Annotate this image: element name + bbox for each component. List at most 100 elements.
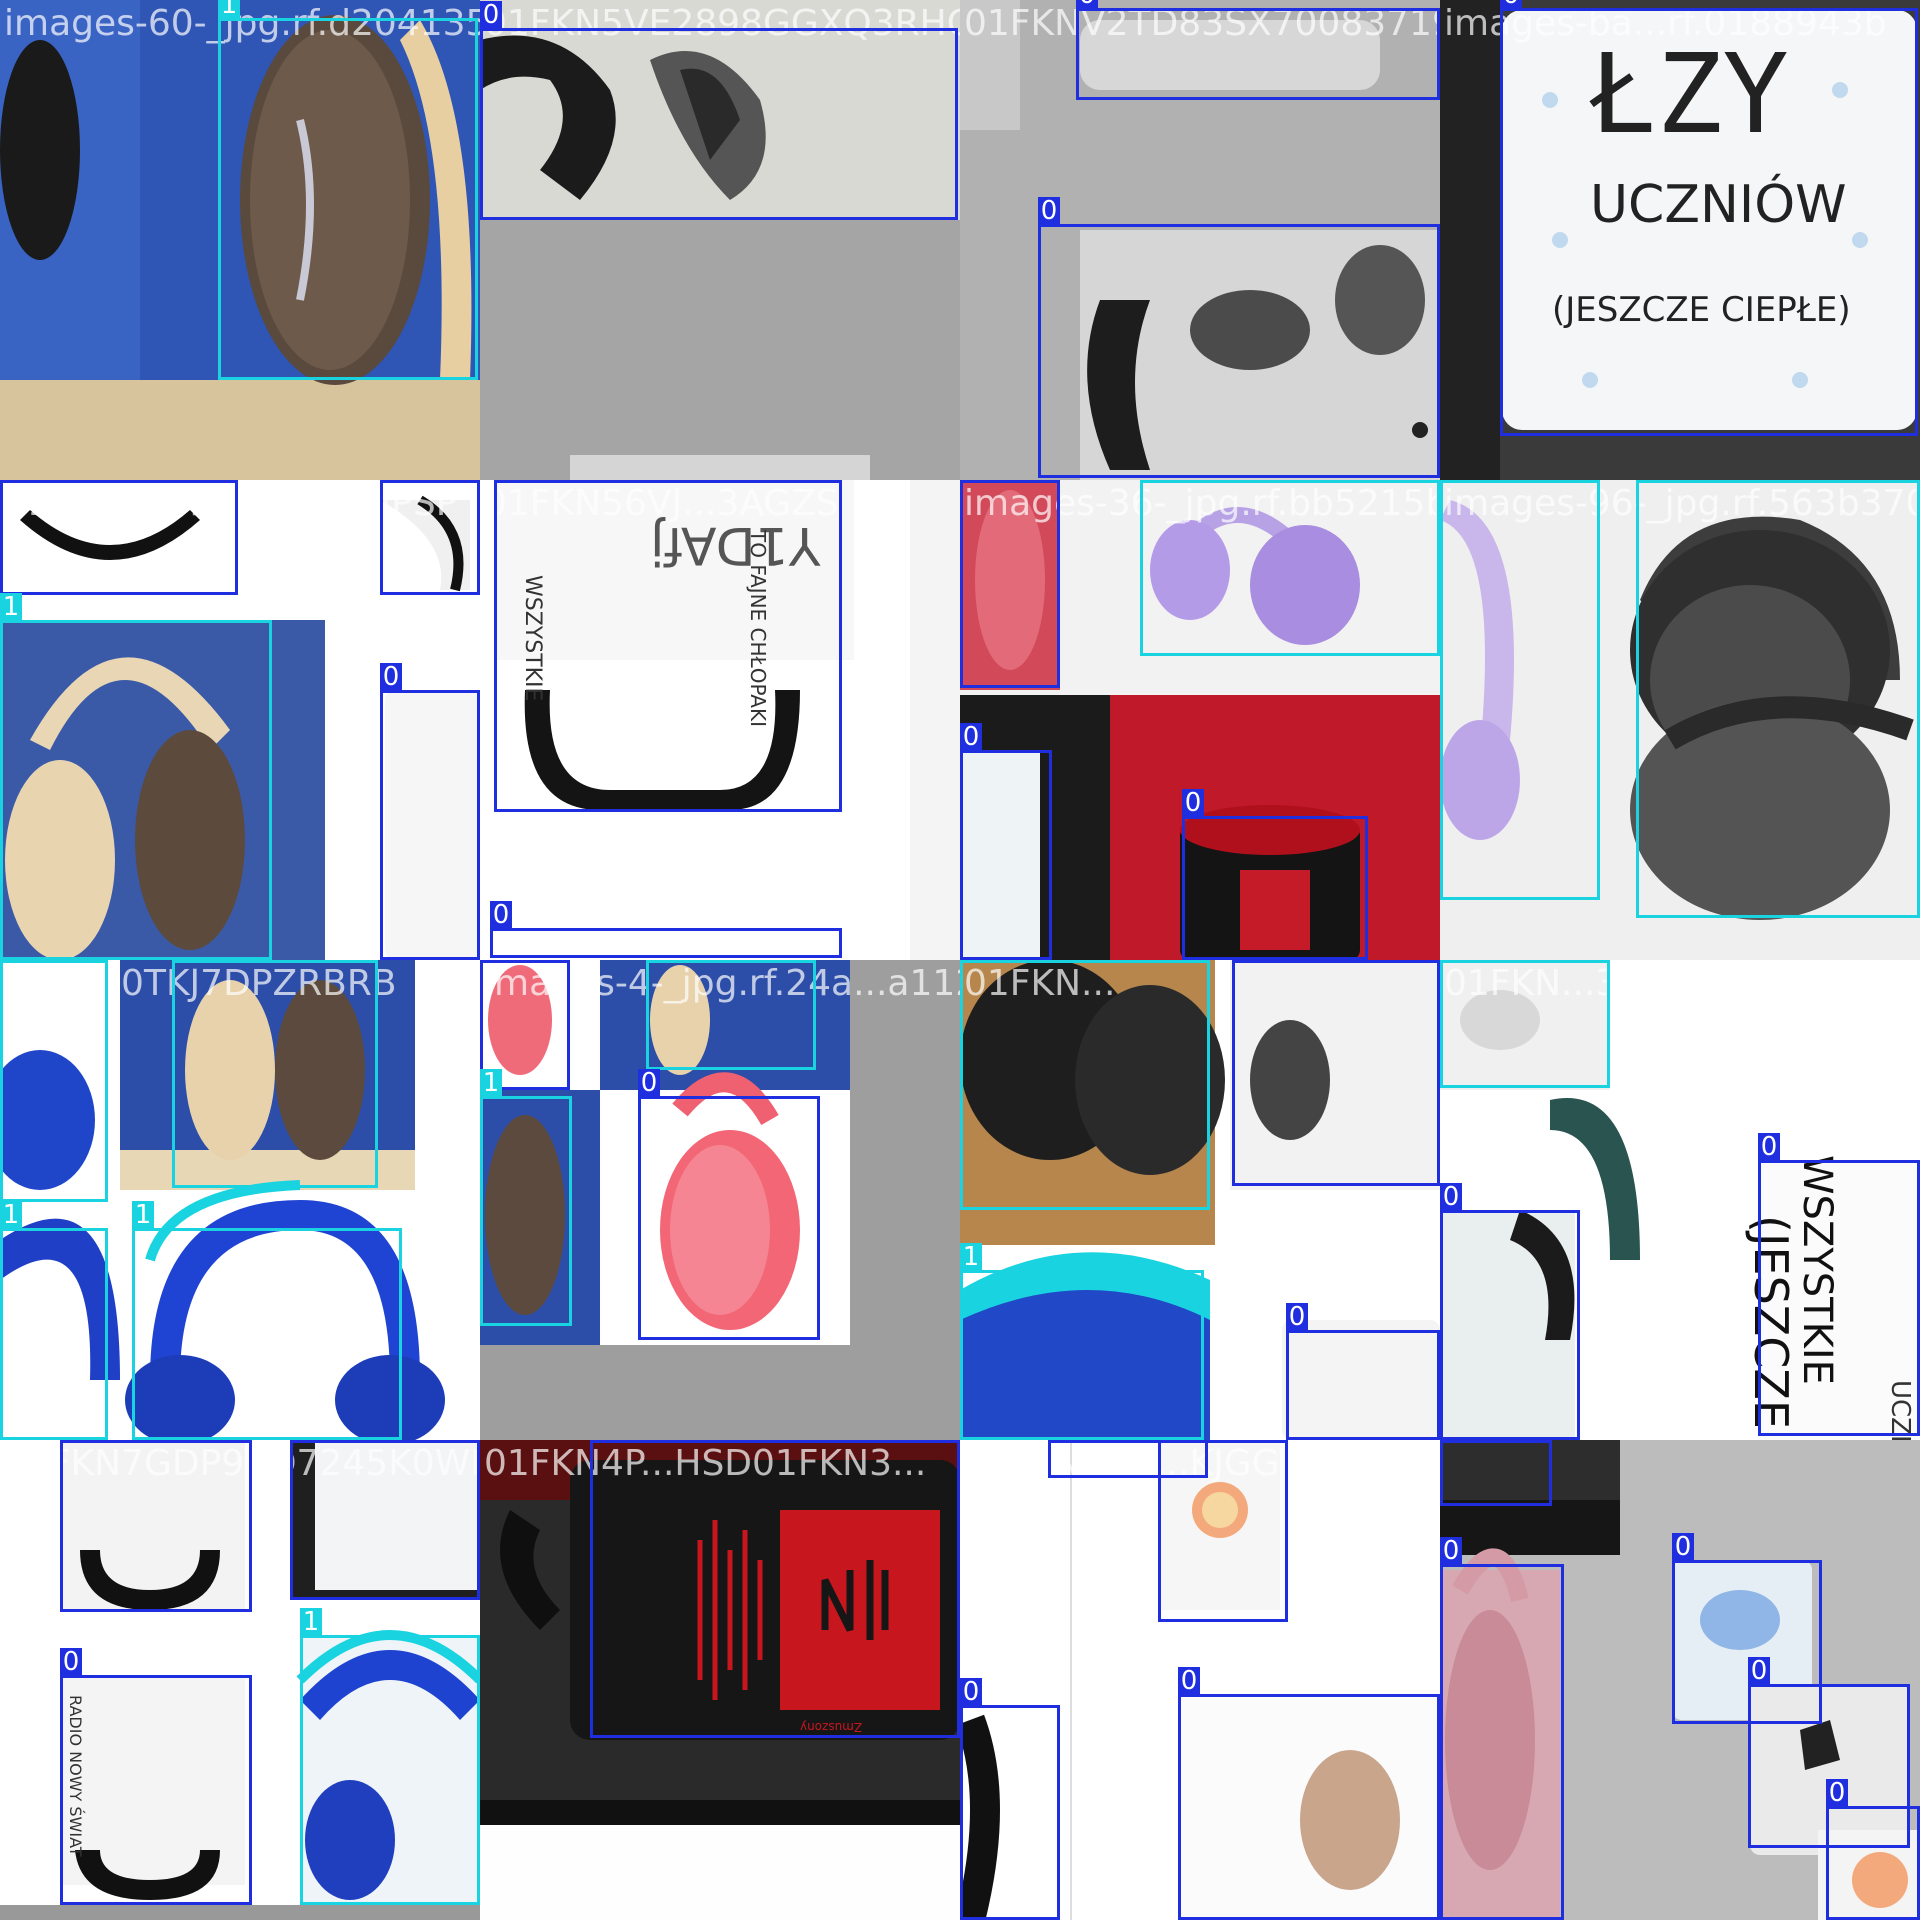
tile-mugs-headphones: 01FKN7GDP9AD7245K0WE RADIO NOWY ŚWIAT 0 … (0, 1440, 480, 1920)
bounding-box: 0 (1076, 0, 1440, 100)
bounding-box: 0 (290, 1440, 480, 1600)
class-label: 1 (1440, 480, 1462, 481)
class-label: 0 (960, 480, 982, 481)
bounding-box: 0 (590, 1440, 960, 1738)
class-label: 0 (0, 480, 22, 481)
class-label: 1 (480, 1069, 502, 1097)
class-label: 0 (1500, 0, 1522, 9)
bounding-box: 0 (1178, 1667, 1440, 1920)
class-label: 0 (60, 1440, 82, 1441)
class-label: 1 (0, 593, 22, 621)
bounding-box: 0 (60, 1648, 252, 1905)
bounding-box: 1 (300, 1608, 480, 1905)
tile-blue-headphones: 01FKN0TKJ7DPZRBRB 1 1 1 1 (0, 960, 480, 1440)
bounding-box: 1 (1636, 480, 1920, 918)
mosaic: images-60-_jpg.rf.d204135 1 01FKN5VE2898… (0, 0, 1920, 1920)
tile-panda-mug: 01FKNV2TD83SX70083719WS 0 0 (960, 0, 1440, 480)
class-label: 0 (480, 1, 502, 29)
bounding-box: 1 (218, 0, 478, 380)
class-label: 0 (1826, 1779, 1848, 1807)
class-label: 0 (1038, 197, 1060, 225)
class-label: 0 (590, 1440, 612, 1441)
bounding-box: 0 (380, 663, 480, 960)
class-label: 0 (1182, 789, 1204, 817)
class-label: 0 (960, 1678, 982, 1706)
class-label: 0 (638, 1069, 660, 1097)
bounding-box: 0 (960, 480, 1060, 688)
class-label: 1 (960, 1243, 982, 1271)
bounding-box: 0 (1286, 1303, 1440, 1440)
tile-headphone-earcup: images-60-_jpg.rf.d204135 1 (0, 0, 480, 480)
bounding-box: 0 (1232, 960, 1440, 1186)
class-label: 0 (1048, 1440, 1070, 1441)
bounding-box (480, 960, 485, 965)
class-label: 1 (132, 1201, 154, 1229)
class-label: 0 (60, 1648, 82, 1676)
bounding-box: 0 (1440, 1537, 1564, 1920)
class-label: 1 (960, 960, 982, 961)
tile-text-mug: images-ba...rf.0188943b ŁZY UCZNIÓW (JES… (1440, 0, 1920, 480)
bounding-box: 1 (172, 960, 378, 1188)
class-label: 0 (1758, 1133, 1780, 1161)
bounding-box: 1 (1440, 960, 1610, 1088)
bounding-box: 0 (60, 1440, 252, 1612)
tile-fajne-mug: 01FKN56VJ...3AGZS WSZYSTKIE Y1DAfj TO FA… (480, 480, 960, 960)
tile-red-mug: images-4-_jpg.rf.24a...a112c65 0 1 1 0 (480, 960, 960, 1440)
tile-black-mug: 01FKN4P...HSD01FKN3... Zmuszony 0 (480, 1440, 960, 1920)
class-label: 0 (494, 480, 516, 481)
class-label: 0 (380, 480, 402, 481)
tile-animal-cups: 0 0 0 0 0 (1440, 1440, 1920, 1920)
bounding-box: 0 (960, 723, 1052, 960)
tile-grey-headphones: images-96-_jpg.rf.563b3706 1 1 (1440, 480, 1920, 960)
bounding-box: 1 (0, 960, 108, 1202)
class-label: 1 (218, 0, 240, 19)
bounding-box: 1 (0, 593, 272, 960)
bounding-box: 0 (494, 480, 842, 812)
class-label: 1 (646, 960, 668, 961)
class-label: 0 (1440, 1537, 1462, 1565)
bounding-box: 0 (638, 1069, 820, 1340)
bounding-box: 0 (1048, 1440, 1208, 1478)
bounding-box: 1 (646, 960, 816, 1070)
class-label: 0 (1748, 1657, 1770, 1685)
class-label: 1 (1140, 480, 1162, 481)
class-label: 0 (1178, 1667, 1200, 1695)
bounding-box: 0 (1758, 1133, 1920, 1436)
class-label: 0 (290, 1440, 312, 1441)
class-label: 0 (1672, 1533, 1694, 1561)
bounding-box: 1 (1140, 480, 1440, 656)
class-label: 0 (1440, 1183, 1462, 1211)
class-label: 0 (1440, 1440, 1462, 1441)
class-label: 1 (1636, 480, 1658, 481)
class-label: 1 (0, 960, 22, 961)
bounding-box: 0 (1038, 197, 1440, 478)
class-label: 0 (1232, 960, 1254, 961)
bounding-box: 0 (1440, 1440, 1552, 1506)
class-label: 0 (490, 901, 512, 929)
class-label: 1 (300, 1608, 322, 1636)
class-label: 0 (1076, 0, 1098, 9)
class-label: 0 (380, 663, 402, 691)
bounding-box: 0 (1826, 1779, 1920, 1920)
tile-mug-handle: 01FKN5VE2898GGXQ3RHG 0 (480, 0, 960, 480)
tile-black-headphones: 01FKN... 1 0 1 0 (960, 960, 1440, 1440)
bounding-box: 0 (1182, 789, 1368, 960)
bounding-box: 0 (490, 901, 842, 958)
bounding-box: 0 (1500, 0, 1918, 436)
class-label: 1 (172, 960, 194, 961)
bounding-box: 0 (380, 480, 480, 595)
bounding-box: 0 (960, 1678, 1060, 1920)
bounding-box: 1 (960, 1243, 1204, 1440)
bounding-box: 0 (1440, 1183, 1580, 1440)
class-label: 0 (960, 723, 982, 751)
bounding-box: 0 (0, 480, 238, 595)
tile-zmuszony-mug: 01FKN...3SQGS...5V73 WSZYSTKIE UCZNIÓW (… (1440, 960, 1920, 1440)
tile-purple-headphones: images-36-_jpg.rf.bb5215b 0 1 0 0 (960, 480, 1440, 960)
class-label: 0 (1286, 1303, 1308, 1331)
class-label: 1 (1440, 960, 1462, 961)
bounding-box: 1 (132, 1201, 402, 1440)
tile-handle-headphones: 01FKNVJ045039F8EMPSP 0 0 1 0 (0, 480, 480, 960)
bounding-box: 1 (480, 1069, 572, 1326)
bounding-box: 1 (0, 1201, 108, 1440)
bounding-box: 1 (1440, 480, 1600, 900)
